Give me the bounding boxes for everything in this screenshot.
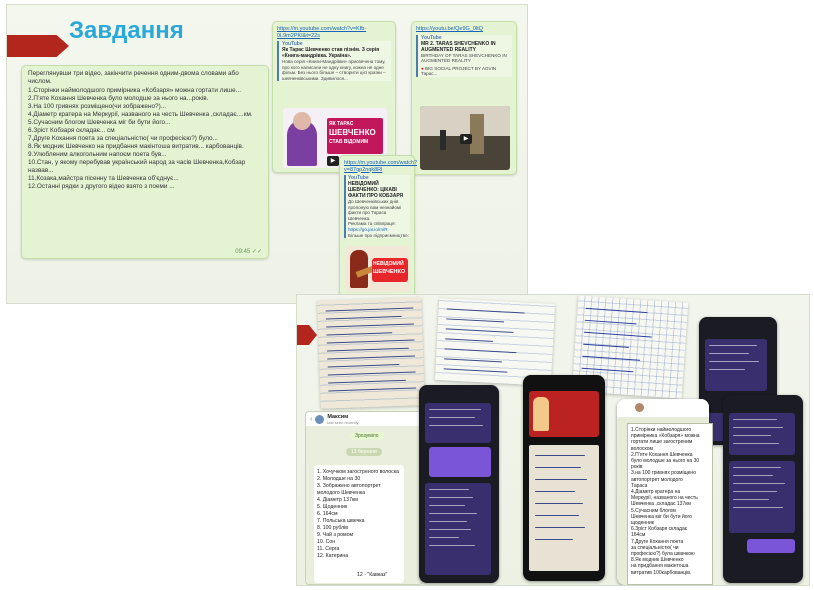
video-caption: Тарас...	[421, 71, 438, 77]
typed-answer-line: витратив 100карбованців.	[631, 569, 692, 576]
video-message-3: https://m.youtube.com/watch?v=87qp2nqk8R…	[339, 155, 417, 297]
telegram-chat-maxim: ‹ Максим last seen recently Зрозуміло 13…	[305, 411, 423, 585]
telegram-screenshot-2	[419, 385, 499, 583]
typed-answers-message: 1.Сторінки наймолодшого примірника «Кобза…	[627, 423, 713, 585]
avatar[interactable]	[635, 403, 644, 412]
task-question: 11.Козака,майстра пісенну та Шевченка об…	[28, 175, 179, 182]
handwritten-notebook-photo-1	[317, 297, 425, 409]
video-message-2: https://youtu.be/Qe9G_0ltQ YouTube MR 2.…	[411, 21, 517, 175]
person-figure	[440, 130, 446, 150]
reply-message: 12 - "Кавказ"	[354, 570, 398, 582]
answers-list: 1. Хочучком загостреного волоска 2. Молод…	[317, 469, 401, 560]
answer-item: 5. Щоденник	[317, 504, 348, 510]
task-question: 1.Сторінки наймолодшого примірника «Кобз…	[28, 87, 242, 94]
task-question: 2.Пʼяте Кохання Шевченка було молодше за…	[28, 95, 209, 102]
task-intro: Переглянувши три відео, закінчити реченн…	[28, 70, 239, 85]
video-link-1[interactable]: https://m.youtube.com/watch?v=Kfb-0L9m2P…	[277, 26, 391, 39]
video-description: До Шевченківських днів пропоную вам незн…	[348, 199, 402, 221]
handwritten-notebook-photo-2	[434, 298, 556, 386]
chat-header	[617, 399, 709, 417]
task-question-list: 1.Сторінки наймолодшого примірника «Кобз…	[28, 87, 262, 191]
thumb-text: ШЕВЧЕНКО	[329, 128, 376, 137]
video-message-1: https://m.youtube.com/watch?v=Kfb-0L9m2P…	[272, 21, 396, 173]
avatar[interactable]	[315, 414, 325, 424]
slide-task: Завдання Переглянувши три відео, закінчи…	[6, 4, 528, 304]
task-question: 9.Улюбленим алкогольним напоєм поета був…	[28, 151, 167, 158]
message-time: 09:45 ✓✓	[235, 249, 262, 255]
task-question: 6.Зріст Кобзаря складає... см	[28, 127, 115, 134]
guitarist-figure	[533, 397, 549, 431]
play-icon[interactable]: ▶	[327, 156, 339, 166]
monument	[470, 114, 484, 154]
telegram-screenshot-3	[523, 375, 605, 581]
answer-item: 2. Молодше на 30	[317, 476, 361, 482]
slide-title: Завдання	[69, 17, 184, 44]
answer-item: 7. Польська швечка	[317, 518, 365, 524]
video-title: Як Тарас Шевченко став пізнім. З серія «…	[282, 47, 380, 59]
thumb-text: ЯК ТАРАС	[329, 121, 354, 127]
play-icon[interactable]: ▶	[460, 134, 472, 144]
typed-answers-list: 1.Сторінки наймолодшого примірника «Кобза…	[631, 427, 709, 576]
answers-message: 1. Хочучком загостреного волоска 2. Молод…	[314, 465, 404, 583]
red-dot-icon: ●	[421, 65, 424, 71]
video-extra-2: Більше про підприємництво:	[348, 232, 409, 238]
video-preview-3[interactable]: YouTube НЕВІДОМИЙ ШЕВЧЕНКО: ЦІКАВІ ФАКТИ…	[344, 175, 410, 239]
answer-item: 11. Серга	[317, 546, 340, 552]
chat-status: last seen recently	[327, 419, 359, 425]
red-arrow-decoration	[7, 35, 69, 57]
chat-header: ‹ Максим last seen recently	[306, 412, 422, 426]
portrait-head	[293, 112, 311, 130]
thumb-text: ШЕВЧЕНКО	[373, 269, 406, 275]
task-question: 7.Друге Кохання поета за спеціальністю( …	[28, 135, 218, 142]
task-question: 5.Сучасним блогом Шевченка міг би бути й…	[28, 119, 171, 126]
red-arrow-decoration	[297, 325, 317, 345]
video-description: BIRTHDAY OF TARAS SHEVCHENKO IN AUGMENTE…	[421, 52, 507, 64]
video-title: MR 2. TARAS SHEVCHENKO IN AUGMENTED REAL…	[421, 40, 496, 53]
task-question: 10.Стан, у якому перебував український н…	[28, 159, 246, 174]
answer-item: 4. Діаметр 137км	[317, 497, 358, 503]
notebook-photo[interactable]	[529, 445, 599, 571]
thumb-text: СТАВ ВІДОМИМ	[329, 139, 369, 145]
task-question: 12.Останні рядки з другого відео взято з…	[28, 183, 175, 190]
task-message: Переглянувши три відео, закінчити реченн…	[21, 65, 269, 259]
answer-item: 9. Чай з ромом	[317, 532, 354, 538]
date-pill: 13 березня	[346, 448, 382, 456]
answer-item: 3. Зображено автопортрет молодого Шевчен…	[317, 483, 381, 496]
slide-student-answers: ‹ Максим last seen recently Зрозуміло 13…	[296, 294, 810, 586]
task-question: 3.На 100 гривнях розміщено(чи зображено?…	[28, 103, 167, 110]
task-question: 4.Діаметр кратера на Меркурії, названого…	[28, 111, 253, 118]
video-thumbnail-2[interactable]: ▶	[420, 106, 510, 170]
video-preview-2[interactable]: YouTube MR 2. TARAS SHEVCHENKO IN AUGMEN…	[416, 34, 512, 77]
answer-item: 6. 164см	[317, 511, 338, 517]
task-question: 8.Як модник Шевченко на придбання макінт…	[28, 143, 244, 150]
video-thumbnail-3[interactable]: НЕВІДОМИЙ ШЕВЧЕНКО	[346, 246, 410, 292]
message-bubble: Зрозуміло	[350, 432, 384, 440]
video-preview-1[interactable]: YouTube Як Тарас Шевченко став пізнім. З…	[277, 41, 391, 82]
thumb-text: НЕВІДОМИЙ	[373, 261, 404, 267]
answer-item: 1. Хочучком загостреного волоска	[317, 469, 399, 475]
telegram-screenshot-5	[723, 395, 803, 583]
answer-item: 10. Сон	[317, 539, 336, 545]
answer-item: 8. 100 рублів	[317, 525, 349, 531]
back-arrow-icon[interactable]: ‹	[310, 416, 312, 423]
video-link-2[interactable]: https://youtu.be/Qe9G_0ltQ	[416, 26, 512, 33]
video-description: Нова серія «Книги-Мандрівки» присвячена …	[282, 59, 386, 81]
answer-item: 12. Катерина	[317, 553, 349, 559]
video-title: НЕВІДОМИЙ ШЕВЧЕНКО: ЦІКАВІ ФАКТИ ПРО КОБ…	[348, 181, 404, 199]
sky	[420, 106, 510, 136]
video-link-3[interactable]: https://m.youtube.com/watch?v=87qp2nqk8R…	[344, 160, 417, 173]
